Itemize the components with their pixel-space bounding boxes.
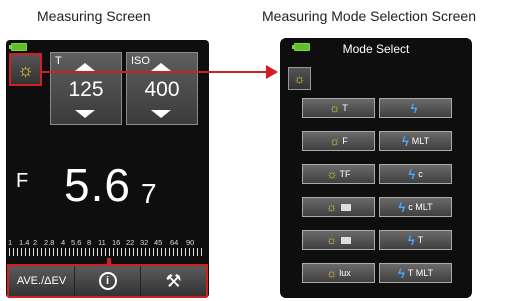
camera-icon <box>341 203 351 211</box>
sun-icon: ☼ <box>329 134 341 148</box>
average-ev-label: AVE./ΔEV <box>16 275 67 287</box>
battery-icon <box>9 43 27 51</box>
average-ev-button[interactable]: AVE./ΔEV <box>9 266 75 296</box>
memory-button[interactable]: i <box>75 266 141 296</box>
scale-ticks <box>9 248 205 256</box>
aperture-scale: 1 1.4 2 2.8 4 5.6 8 11 16 22 32 45 64 90 <box>6 238 209 258</box>
aperture-value: 5.6 <box>64 159 131 211</box>
arrow-line <box>42 71 268 73</box>
scale-label: 8 <box>87 238 92 247</box>
mode-button-label: F <box>342 136 348 146</box>
mode-button-label: c <box>418 169 423 179</box>
measuring-mode-button[interactable]: ☼ <box>9 53 42 86</box>
flash-icon: ϟ <box>407 232 415 248</box>
measuring-screen: ☼ T 125 ISO 400 F 5.6 7 1 1.4 2 2.8 4 5.… <box>6 40 209 298</box>
aperture-tenths: 7 <box>141 178 157 209</box>
sun-icon: ☼ <box>326 200 337 214</box>
scale-label: 4 <box>61 238 66 247</box>
tool-button[interactable]: ⚒ <box>141 266 206 296</box>
mode-button-ambient-lux[interactable]: ☼ lux <box>302 263 375 283</box>
iso-label: ISO <box>131 55 150 67</box>
aperture-label: F <box>16 170 29 192</box>
mode-button-flash-t[interactable]: ϟT <box>379 230 452 250</box>
mode-button-label: lux <box>339 268 351 278</box>
bottom-bar: AVE./ΔEV i ⚒ <box>7 264 208 298</box>
mode-select-caption: Measuring Mode Selection Screen <box>262 8 477 24</box>
shutter-panel: T 125 <box>50 52 122 125</box>
shutter-value: 125 <box>68 78 104 101</box>
scale-label: 32 <box>140 238 149 247</box>
mode-button-ambient-tf[interactable]: ☼ TF <box>302 164 375 184</box>
sun-icon: ☼ <box>17 59 34 80</box>
scale-label: 16 <box>112 238 121 247</box>
mode-button-label: T MLT <box>407 268 434 278</box>
mode-button-ambient-f[interactable]: ☼ F <box>302 131 375 151</box>
scale-label: 5.6 <box>71 238 82 247</box>
sun-icon: ☼ <box>326 167 338 181</box>
measuring-screen-caption: Measuring Screen <box>37 8 151 24</box>
mode-button-label: TF <box>339 169 351 179</box>
mode-button-flash-cord-mlt[interactable]: ϟc MLT <box>379 197 452 217</box>
mode-select-screen: Mode Select ☼ ☼ T ϟ ☼ F ϟ MLT ☼ TF ϟc ☼ ϟc M… <box>280 38 472 298</box>
wrench-icon: ⚒ <box>165 270 182 291</box>
sun-icon: ☼ <box>326 233 337 247</box>
scale-label: 11 <box>98 238 106 247</box>
current-mode-button[interactable]: ☼ <box>288 67 311 90</box>
mode-button-flash[interactable]: ϟ <box>379 98 452 118</box>
mode-button-ambient-cine[interactable]: ☼ <box>302 197 375 217</box>
mode-button-label: T <box>342 103 348 113</box>
mode-button-flash-t-mlt[interactable]: ϟT MLT <box>379 263 452 283</box>
shutter-down-icon[interactable] <box>75 110 95 118</box>
iso-up-icon[interactable] <box>151 63 171 71</box>
scale-label: 45 <box>154 238 163 247</box>
flash-icon: ϟ <box>398 199 406 215</box>
scale-label: 2.8 <box>44 238 55 247</box>
sun-icon: ☼ <box>326 266 338 280</box>
flash-icon: ϟ <box>408 166 416 182</box>
iso-down-icon[interactable] <box>151 110 171 118</box>
sun-icon: ☼ <box>293 71 306 86</box>
mode-select-title: Mode Select <box>342 42 410 56</box>
iso-value: 400 <box>144 78 180 101</box>
mode-button-label: T <box>417 235 424 245</box>
shutter-label: T <box>55 55 62 67</box>
scale-label: 2 <box>33 238 38 247</box>
arrow-head-icon <box>266 65 278 79</box>
scale-label: 1 <box>8 238 13 247</box>
sun-icon: ☼ <box>329 101 341 115</box>
shutter-up-icon[interactable] <box>75 63 95 71</box>
mode-button-flash-mlt[interactable]: ϟ MLT <box>379 131 452 151</box>
mode-button-label: MLT <box>411 136 430 146</box>
scale-label: 64 <box>170 238 179 247</box>
memory-icon: i <box>98 272 117 290</box>
camera-icon <box>341 236 351 244</box>
flash-icon: ϟ <box>401 133 409 149</box>
flash-icon: ϟ <box>410 100 418 116</box>
scale-label: 22 <box>126 238 135 247</box>
mode-button-flash-cord[interactable]: ϟc <box>379 164 452 184</box>
scale-label: 90 <box>186 238 195 247</box>
mode-button-label: c MLT <box>408 202 433 212</box>
iso-panel: ISO 400 <box>126 52 198 125</box>
mode-button-ambient-hd[interactable]: ☼ <box>302 230 375 250</box>
scale-label: 1.4 <box>19 238 30 247</box>
mode-button-ambient-t[interactable]: ☼ T <box>302 98 375 118</box>
flash-icon: ϟ <box>397 265 405 281</box>
